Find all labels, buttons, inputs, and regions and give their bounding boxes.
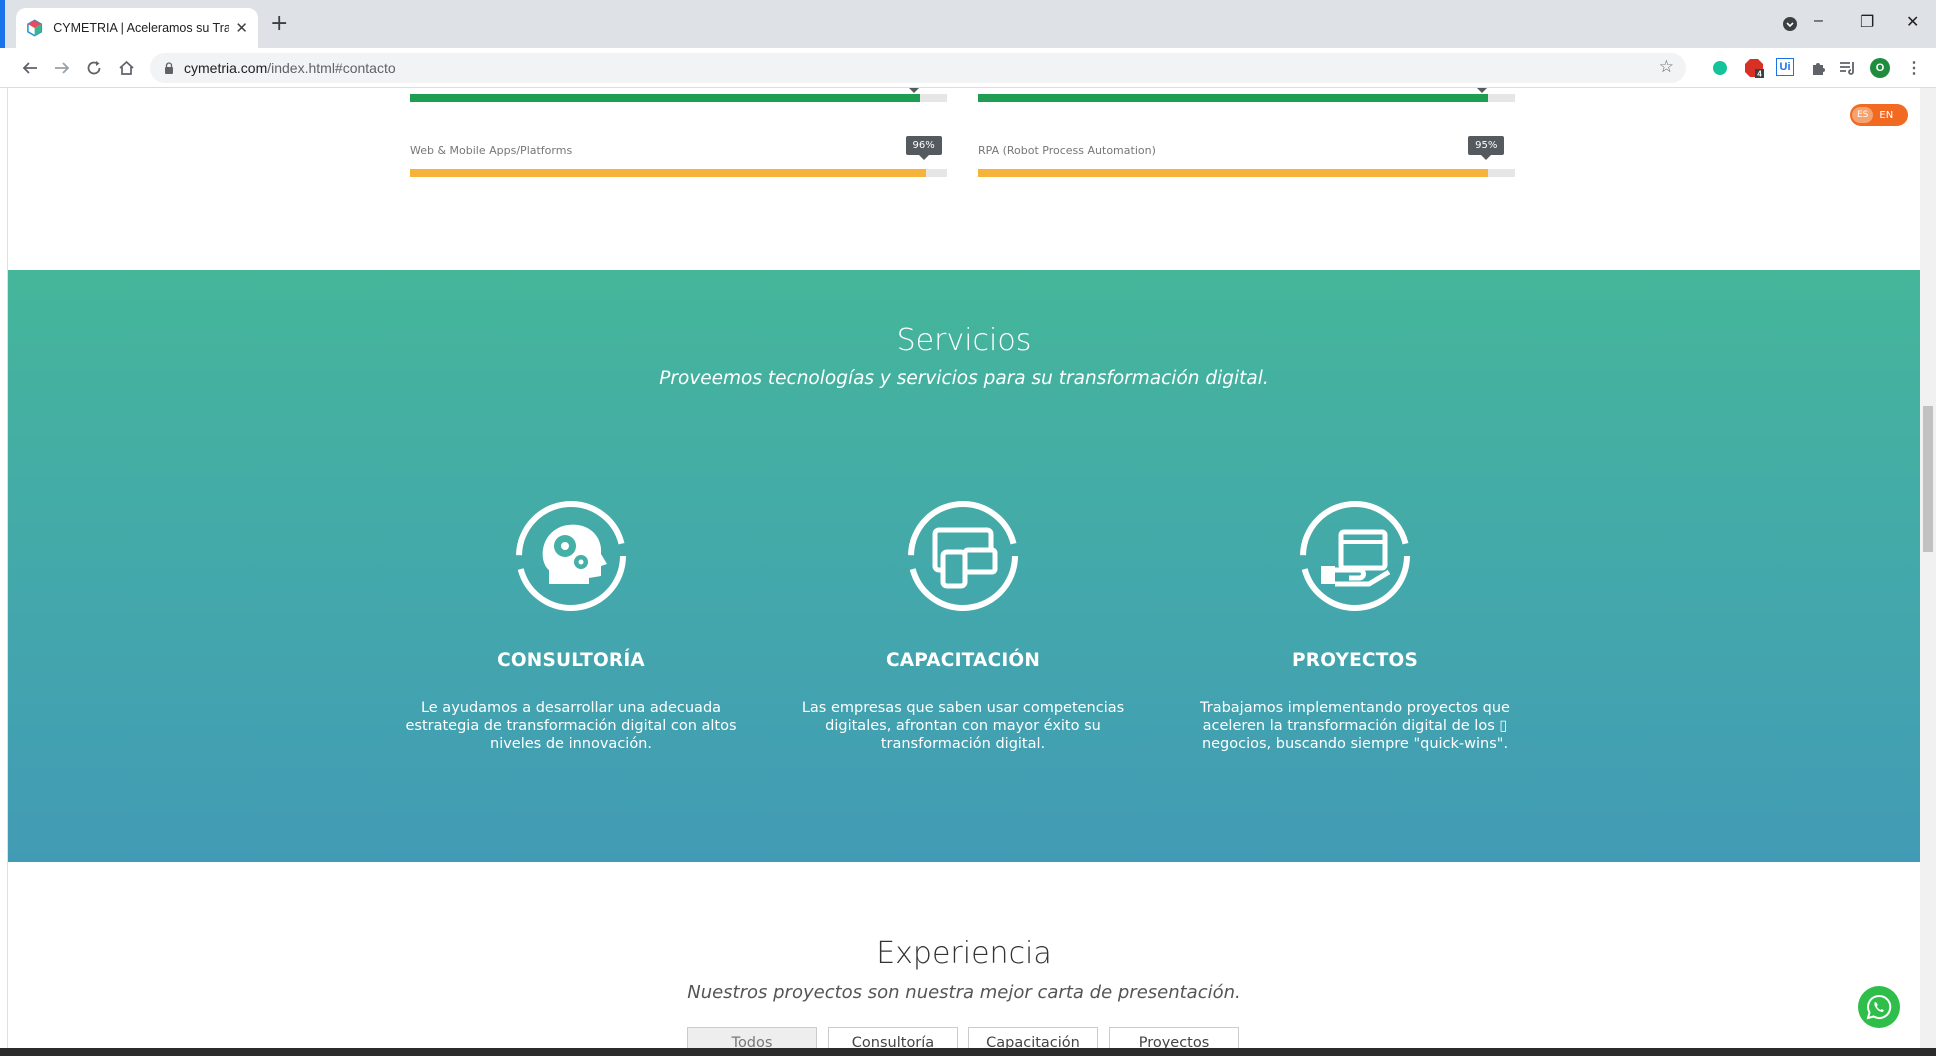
head-gears-icon xyxy=(516,501,626,611)
minimize-button[interactable]: – xyxy=(1814,12,1823,30)
service-description: Le ayudamos a desarrollar una adecuada e… xyxy=(405,700,737,752)
skill-label: Web & Mobile Apps/Platforms xyxy=(410,144,573,157)
tab-search-icon[interactable] xyxy=(1782,16,1798,32)
grammarly-icon[interactable] xyxy=(1710,58,1730,78)
skill-fill xyxy=(978,169,1489,177)
page-viewport: Web & Mobile Apps/Platforms 96% RPA (Robot… xyxy=(0,88,1920,1048)
skill-bar: RPA (Robot Process Automation) 95% xyxy=(978,136,1515,184)
close-window-button[interactable]: ✕ xyxy=(1906,12,1919,32)
whatsapp-button[interactable] xyxy=(1858,986,1900,1028)
lang-en-option[interactable]: EN xyxy=(1873,107,1899,124)
skill-fill xyxy=(978,94,1489,102)
service-title: CAPACITACIÓN xyxy=(885,650,1041,671)
profile-avatar[interactable]: O xyxy=(1870,58,1890,78)
service-consultoria: CONSULTORÍA Le ayudamos a desarrollar un… xyxy=(386,500,756,753)
service-title: CONSULTORÍA xyxy=(497,650,645,671)
browser-tab-bar: CYMETRIA | Aceleramos su Trans ✕ + – ❐ ✕ xyxy=(0,0,1936,48)
forward-button[interactable] xyxy=(50,56,74,80)
service-capacitacion: CAPACITACIÓN Las empresas que saben usar… xyxy=(778,500,1148,753)
filter-capacitacion[interactable]: Capacitación xyxy=(968,1027,1098,1048)
devices-icon xyxy=(908,501,1018,611)
filter-todos[interactable]: Todos xyxy=(687,1027,817,1048)
services-section: Servicios Proveemos tecnologías y servic… xyxy=(8,270,1920,862)
adblock-badge: 4 xyxy=(1757,70,1762,79)
cymetria-favicon-icon xyxy=(27,19,43,37)
skill-fill xyxy=(410,94,921,102)
skill-track xyxy=(978,169,1515,177)
bookmark-star-icon[interactable]: ☆ xyxy=(1659,57,1674,77)
lock-icon xyxy=(165,62,173,74)
skill-label: RPA (Robot Process Automation) xyxy=(978,144,1156,157)
skill-bar: Web & Mobile Apps/Platforms 96% xyxy=(410,136,947,184)
adblock-icon[interactable]: 4 xyxy=(1744,58,1764,78)
reload-button[interactable] xyxy=(82,56,106,80)
forward-arrow-icon xyxy=(55,62,70,74)
skill-fill xyxy=(410,169,926,177)
filter-proyectos[interactable]: Proyectos xyxy=(1109,1027,1239,1048)
experience-title: Experiencia xyxy=(876,936,1052,971)
experience-subtitle: Nuestros proyectos son nuestra mejor car… xyxy=(687,982,1241,1003)
uipath-icon[interactable]: Ui xyxy=(1776,58,1794,76)
window-edge xyxy=(0,0,5,48)
language-toggle[interactable]: ES EN xyxy=(1850,104,1908,126)
tab-title: CYMETRIA | Aceleramos su Trans xyxy=(53,21,230,35)
new-tab-button[interactable]: + xyxy=(270,12,288,36)
skill-track xyxy=(410,169,947,177)
reading-list-icon[interactable] xyxy=(1838,58,1858,78)
back-button[interactable] xyxy=(18,56,42,80)
skill-bar xyxy=(978,88,1515,109)
extensions-puzzle-icon[interactable] xyxy=(1808,58,1828,78)
browser-toolbar: cymetria.com/index.html#contacto ☆ 4 Ui … xyxy=(0,48,1936,88)
service-description: Trabajamos implementando proyectos que a… xyxy=(1200,700,1510,752)
back-arrow-icon xyxy=(22,62,37,74)
home-button[interactable] xyxy=(114,56,138,80)
url-text: cymetria.com/index.html#contacto xyxy=(184,60,396,76)
whatsapp-icon xyxy=(1866,994,1892,1020)
service-description: Las empresas que saben usar competencias… xyxy=(801,700,1125,752)
address-bar[interactable]: cymetria.com/index.html#contacto ☆ xyxy=(150,53,1686,83)
service-title: PROYECTOS xyxy=(1292,650,1418,671)
services-subtitle: Proveemos tecnologías y servicios para s… xyxy=(659,368,1269,389)
lang-es-option[interactable]: ES xyxy=(1852,107,1874,123)
page-scrollbar[interactable] xyxy=(1920,88,1936,1048)
restore-button[interactable]: ❐ xyxy=(1860,12,1874,32)
skill-track xyxy=(410,94,947,102)
skill-percent-tooltip: 95% xyxy=(1468,136,1505,160)
browser-tab[interactable]: CYMETRIA | Aceleramos su Trans ✕ xyxy=(16,8,258,48)
skill-track xyxy=(978,94,1515,102)
hand-browser-icon xyxy=(1300,501,1410,611)
skill-bar xyxy=(410,88,947,109)
tab-close-icon[interactable]: ✕ xyxy=(235,19,248,37)
scrollbar-thumb[interactable] xyxy=(1923,406,1933,552)
service-proyectos: PROYECTOS Trabajamos implementando proye… xyxy=(1170,500,1540,753)
os-taskbar xyxy=(0,1048,1936,1056)
services-title: Servicios xyxy=(896,323,1032,358)
skill-percent-tooltip: 96% xyxy=(905,136,942,160)
home-icon xyxy=(118,60,134,75)
filter-consultoria[interactable]: Consultoría xyxy=(828,1027,958,1048)
browser-menu-icon[interactable]: ⋮ xyxy=(1904,58,1924,78)
left-edge-panel xyxy=(0,88,8,1048)
reload-icon xyxy=(87,61,101,75)
